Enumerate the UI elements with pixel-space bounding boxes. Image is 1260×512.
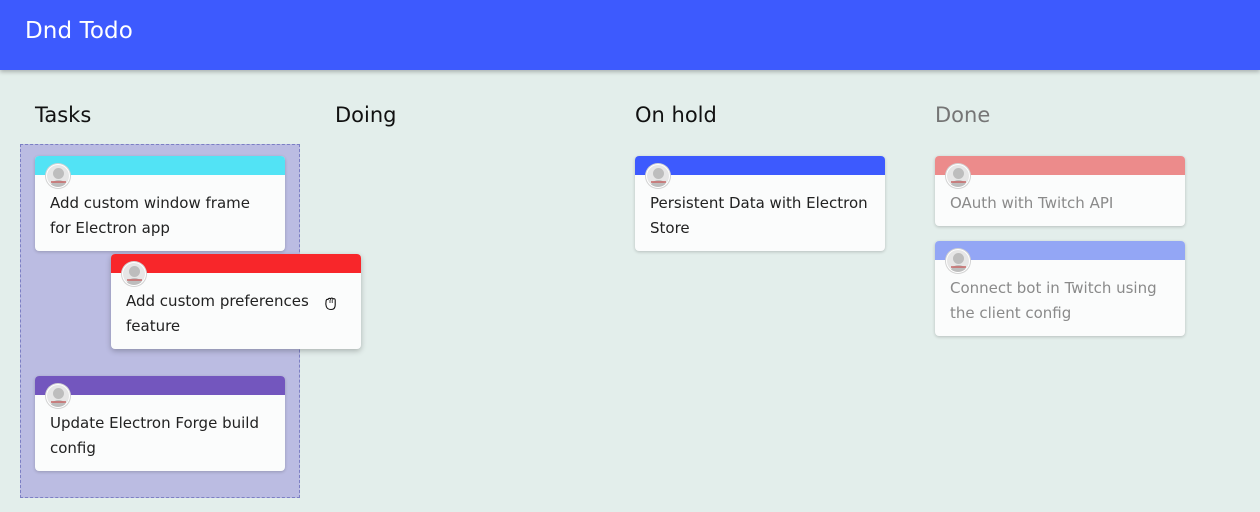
app-title: Dnd Todo (25, 18, 133, 44)
column-title-tasks: Tasks (35, 103, 92, 127)
avatar-icon (46, 164, 70, 188)
column-title-on-hold: On hold (635, 103, 717, 127)
card-text: Add custom window frame for Electron app (50, 194, 250, 237)
card-color-stripe (111, 254, 361, 273)
task-card[interactable]: Persistent Data with Electron Store (635, 156, 885, 251)
task-card[interactable]: OAuth with Twitch API (935, 156, 1185, 226)
avatar-icon (46, 384, 70, 408)
column-title-doing: Doing (335, 103, 397, 127)
card-text: Persistent Data with Electron Store (650, 194, 868, 237)
card-text: Update Electron Forge build config (50, 414, 259, 457)
card-text: OAuth with Twitch API (950, 194, 1114, 212)
task-card[interactable]: Update Electron Forge build config (35, 376, 285, 471)
avatar-icon (122, 262, 146, 286)
card-color-stripe (35, 376, 285, 395)
task-card[interactable]: Add custom window frame for Electron app (35, 156, 285, 251)
card-color-stripe (35, 156, 285, 175)
card-color-stripe (635, 156, 885, 175)
card-color-stripe (935, 156, 1185, 175)
avatar-icon (646, 164, 670, 188)
grab-hand-cursor-icon (325, 297, 336, 311)
avatar-icon (946, 164, 970, 188)
column-title-done: Done (935, 103, 991, 127)
card-text: Connect bot in Twitch using the client c… (950, 279, 1157, 322)
card-color-stripe (935, 241, 1185, 260)
card-text: Add custom preferences feature (126, 292, 309, 335)
avatar-icon (946, 249, 970, 273)
task-card[interactable]: Connect bot in Twitch using the client c… (935, 241, 1185, 336)
app-bar: Dnd Todo (0, 0, 1260, 70)
